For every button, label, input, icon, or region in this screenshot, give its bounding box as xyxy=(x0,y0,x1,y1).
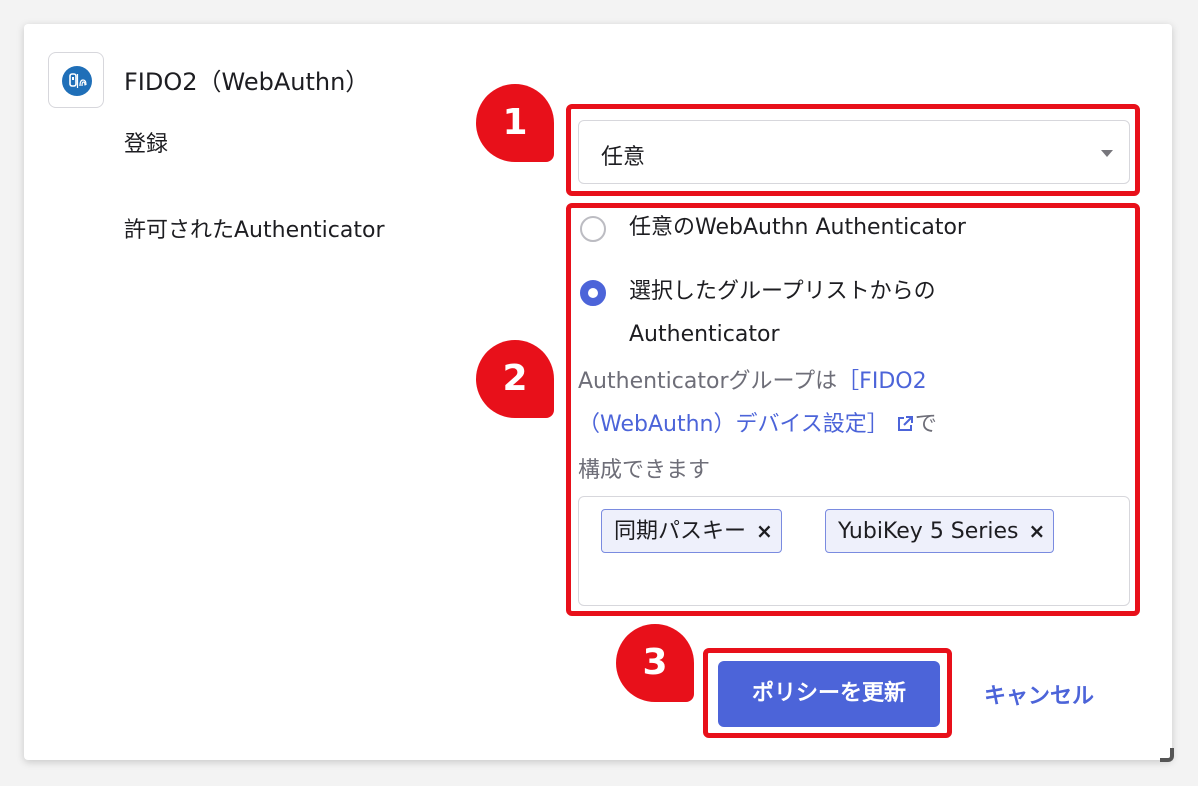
fido-key-fingerprint-icon xyxy=(62,66,92,96)
app-title: FIDO2（WebAuthn） xyxy=(124,68,370,96)
cancel-button[interactable]: キャンセル xyxy=(984,678,1094,710)
resize-corner xyxy=(1160,748,1174,762)
callout-badge-1: 1 xyxy=(476,84,554,162)
highlight-box-2 xyxy=(566,203,1140,616)
highlight-box-1 xyxy=(566,104,1140,196)
callout-badge-3: 3 xyxy=(616,624,694,702)
enrollment-label: 登録 xyxy=(124,132,169,157)
callout-badge-2: 2 xyxy=(476,340,554,418)
allowed-authenticator-label: 許可されたAuthenticator xyxy=(124,218,385,243)
highlight-box-3 xyxy=(703,648,952,738)
app-icon xyxy=(48,52,104,108)
